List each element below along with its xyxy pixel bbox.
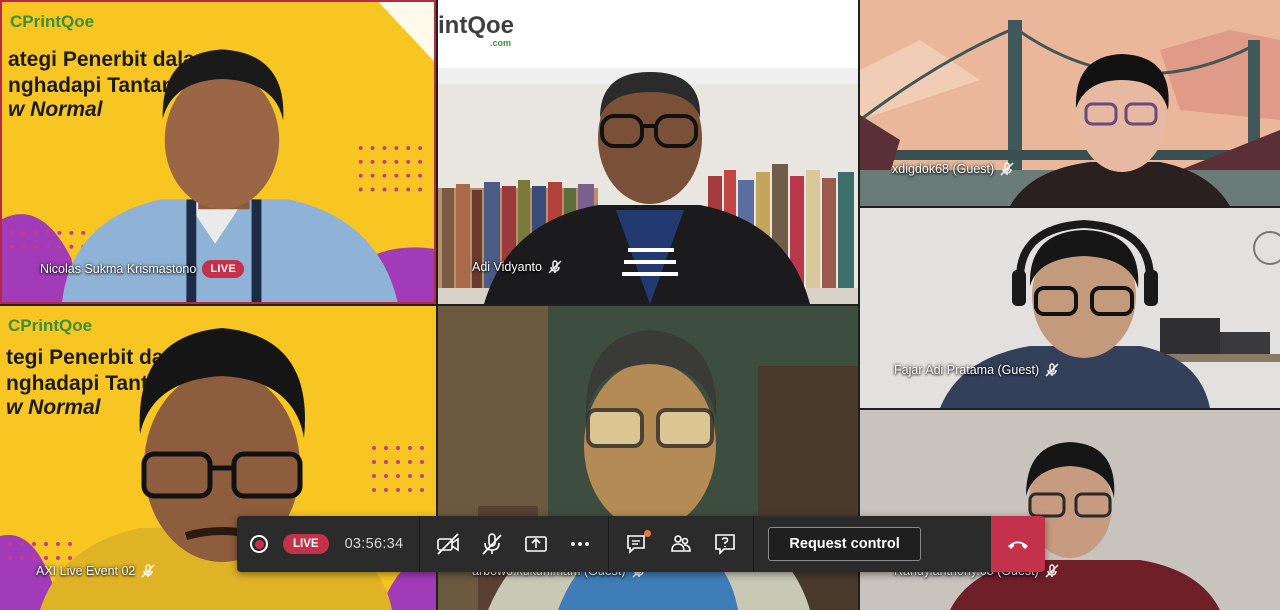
mic-muted-icon: [1045, 363, 1059, 377]
more-options-button[interactable]: [558, 516, 602, 572]
participant-video: [940, 219, 1210, 408]
mic-muted-icon: [141, 564, 155, 578]
video-tile-fajar[interactable]: Fajar Adi Pratama (Guest): [860, 208, 1280, 408]
participant-name-tag: Adi Vidyanto: [472, 260, 562, 274]
mic-toggle-button[interactable]: [470, 516, 514, 572]
mic-muted-icon: [548, 260, 562, 274]
participant-name-tag: Nicolas Sukma Krismastono LIVE: [40, 260, 244, 278]
hang-up-icon: [1008, 541, 1028, 549]
participants-button[interactable]: [659, 516, 703, 572]
more-options-icon: [571, 542, 590, 546]
participant-name: AXI Live Event 02: [36, 564, 136, 578]
camera-toggle-button[interactable]: [426, 516, 470, 572]
participant-name-tag: xdigdok68 (Guest): [892, 162, 1014, 176]
record-button[interactable]: [237, 516, 281, 572]
share-screen-icon: [525, 536, 548, 552]
video-tile-randy[interactable]: Randy.anthony.68 (Guest): [860, 410, 1280, 610]
participant-name: Adi Vidyanto: [472, 260, 542, 274]
video-tile-adi[interactable]: intQoe .com Adi Vidyanto: [438, 0, 858, 304]
participants-icon: [671, 535, 692, 552]
request-control-button[interactable]: Request control: [768, 527, 921, 561]
participant-name-tag: AXI Live Event 02: [36, 564, 155, 578]
chat-button[interactable]: [615, 516, 659, 572]
live-badge: LIVE: [202, 260, 244, 278]
participant-video: [950, 442, 1220, 610]
participant-name: Nicolas Sukma Krismastono: [40, 262, 197, 276]
participant-name-tag: Fajar Adi Pratama (Guest): [894, 363, 1059, 377]
recording-status: LIVE 03:56:34: [237, 516, 419, 572]
participant-video: [62, 49, 398, 302]
meeting-timer: 03:56:34: [344, 536, 404, 552]
video-tile-xdigdok68[interactable]: xdigdok68 (Guest): [860, 0, 1280, 206]
participant-name: xdigdok68 (Guest): [892, 162, 995, 176]
live-badge: LIVE: [283, 534, 329, 554]
toolbar-divider: [753, 516, 755, 572]
camera-off-icon: [437, 533, 460, 555]
hang-up-button[interactable]: [991, 516, 1045, 572]
participant-video: [484, 72, 810, 304]
participant-name: Fajar Adi Pratama (Guest): [894, 363, 1040, 377]
qa-icon: [715, 534, 736, 555]
meeting-control-bar: LIVE 03:56:34 Request control: [237, 516, 1045, 572]
share-screen-button[interactable]: [514, 516, 558, 572]
mic-muted-icon: [1045, 564, 1059, 578]
mic-off-icon: [482, 533, 503, 555]
mic-muted-icon: [1000, 162, 1014, 176]
qa-button[interactable]: [703, 516, 747, 572]
video-tile-nicolas[interactable]: CPrintQoe ategi Penerbit dalam nghadapi …: [0, 0, 436, 304]
record-icon: [250, 535, 268, 553]
